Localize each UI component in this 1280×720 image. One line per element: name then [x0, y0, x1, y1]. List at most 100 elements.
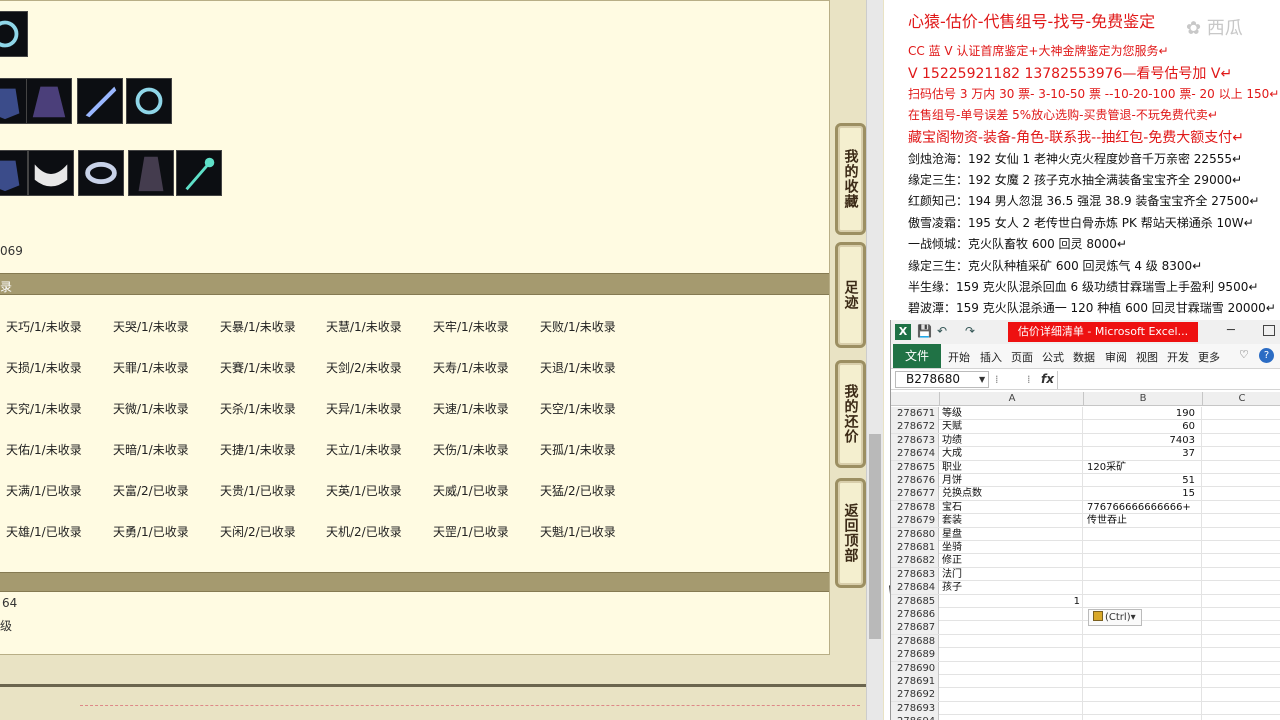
cell-b[interactable]: 120采矿 — [1084, 460, 1202, 474]
row-number[interactable]: 278688 — [891, 634, 939, 648]
ribbon-tab[interactable]: 开发 — [1167, 349, 1189, 365]
page-scrollbar-thumb[interactable] — [869, 434, 881, 639]
row-number[interactable]: 278686 — [891, 608, 939, 621]
cell-b[interactable]: 37 — [1084, 447, 1202, 461]
row-number[interactable]: 278687 — [891, 621, 939, 635]
cell-a[interactable]: 月饼 — [941, 474, 1083, 487]
armor-icon[interactable] — [0, 78, 28, 124]
cell-b[interactable]: 7403 — [1084, 433, 1202, 447]
row-number[interactable]: 278681 — [891, 541, 939, 554]
column-header-a[interactable]: A — [941, 392, 1084, 406]
cell-a[interactable]: 职业 — [941, 460, 1083, 474]
row-number[interactable]: 278677 — [891, 487, 939, 501]
cell-b[interactable] — [1084, 541, 1202, 554]
cell-a[interactable] — [941, 634, 1083, 648]
ribbon-tab[interactable]: 开始 — [948, 349, 970, 365]
back-to-top-button[interactable]: 返回顶部 — [835, 478, 866, 588]
cell-b[interactable] — [1084, 554, 1202, 568]
minimize-icon[interactable]: ─ — [1227, 323, 1235, 338]
cell-a[interactable] — [941, 715, 1083, 720]
cell-a[interactable]: 兑换点数 — [941, 487, 1083, 501]
cell-b[interactable]: 190 — [1084, 407, 1202, 420]
chevron-down-icon[interactable]: ▼ — [979, 375, 985, 384]
cell-b[interactable] — [1084, 581, 1202, 595]
robe-icon[interactable] — [128, 150, 174, 196]
cell-a[interactable]: 孩子 — [941, 581, 1083, 595]
cell-b[interactable] — [1084, 527, 1202, 541]
help-icon[interactable]: ? — [1259, 348, 1274, 363]
cell-b[interactable]: 传世吞止 — [1084, 514, 1202, 528]
cell-a[interactable]: 天赋 — [941, 420, 1083, 434]
cell-a[interactable] — [941, 675, 1083, 688]
ring-icon[interactable] — [126, 78, 172, 124]
cell-a[interactable] — [941, 688, 1083, 702]
row-number[interactable]: 278680 — [891, 527, 939, 541]
name-box[interactable]: B278680 — [895, 371, 989, 388]
ribbon-tab[interactable]: 审阅 — [1105, 349, 1127, 365]
cell-b[interactable]: 15 — [1084, 487, 1202, 501]
cell-a[interactable]: 功绩 — [941, 433, 1083, 447]
column-header-c[interactable]: C — [1203, 392, 1280, 406]
cell-a[interactable]: 等级 — [941, 407, 1083, 420]
collapse-ribbon-icon[interactable]: ♡ — [1239, 348, 1249, 361]
cell-b[interactable] — [1084, 675, 1202, 688]
cell-b[interactable] — [1084, 688, 1202, 702]
my-offers-button[interactable]: 我的还价 — [835, 360, 866, 468]
cell-b[interactable]: 776766666666666+ — [1084, 500, 1202, 514]
cell-b[interactable] — [1084, 567, 1202, 581]
bracelet-icon[interactable] — [78, 150, 124, 196]
select-all-corner[interactable] — [891, 392, 940, 406]
column-header-b[interactable]: B — [1084, 392, 1203, 406]
row-number[interactable]: 278691 — [891, 675, 939, 688]
cell-b[interactable] — [1084, 634, 1202, 648]
paste-options-button[interactable]: (Ctrl)▾ — [1088, 609, 1142, 626]
cell-b[interactable] — [1084, 715, 1202, 720]
row-number[interactable]: 278689 — [891, 648, 939, 662]
cell-a[interactable] — [941, 701, 1083, 715]
collar-icon[interactable] — [28, 150, 74, 196]
save-icon[interactable]: 💾 — [917, 324, 932, 338]
cell-a[interactable]: 修正 — [941, 554, 1083, 568]
cell-a[interactable]: 宝石 — [941, 500, 1083, 514]
cell-b[interactable]: 51 — [1084, 474, 1202, 487]
undo-icon[interactable]: ↶ — [937, 324, 947, 338]
tab-file[interactable]: 文件 — [893, 344, 941, 368]
ribbon-tab[interactable]: 更多 — [1198, 349, 1220, 365]
row-number[interactable]: 278675 — [891, 460, 939, 474]
row-number[interactable]: 278694 — [891, 715, 939, 720]
cell-b[interactable] — [1084, 594, 1202, 608]
cell-a[interactable] — [941, 648, 1083, 662]
row-number[interactable]: 278674 — [891, 447, 939, 461]
row-number[interactable]: 278683 — [891, 567, 939, 581]
maximize-icon[interactable] — [1263, 325, 1275, 336]
ribbon-tab[interactable]: 公式 — [1042, 349, 1064, 365]
cell-b[interactable] — [1084, 701, 1202, 715]
ribbon-tab[interactable]: 页面 — [1011, 349, 1033, 365]
row-number[interactable]: 278673 — [891, 433, 939, 447]
staff-icon[interactable] — [176, 150, 222, 196]
cell-a[interactable] — [941, 621, 1083, 635]
cell-b[interactable]: 60 — [1084, 420, 1202, 434]
ribbon-tab[interactable]: 插入 — [980, 349, 1002, 365]
row-number[interactable]: 278676 — [891, 474, 939, 487]
spreadsheet-grid[interactable]: 278671 等级 190 278672 天赋 60 278673 功绩 7403 278674 大… — [891, 407, 1280, 720]
cell-b[interactable] — [1084, 648, 1202, 662]
cell-a[interactable]: 大成 — [941, 447, 1083, 461]
cell-a[interactable]: 星盘 — [941, 527, 1083, 541]
cell-a[interactable]: 套装 — [941, 514, 1083, 528]
ring-icon[interactable] — [0, 11, 28, 57]
ribbon-tab[interactable]: 数据 — [1073, 349, 1095, 365]
favorites-button[interactable]: 我的收藏 — [835, 123, 866, 235]
formula-input[interactable] — [1057, 371, 1280, 389]
cell-a[interactable]: 1 — [941, 594, 1083, 608]
cell-a[interactable]: 法门 — [941, 567, 1083, 581]
ribbon-tab[interactable]: 视图 — [1136, 349, 1158, 365]
cancel-icon[interactable]: ⁞ — [995, 373, 999, 386]
row-number[interactable]: 278684 — [891, 581, 939, 595]
footprint-button[interactable]: 足迹 — [835, 242, 866, 348]
redo-icon[interactable]: ↷ — [965, 324, 975, 338]
cape-icon[interactable] — [26, 78, 72, 124]
row-number[interactable]: 278671 — [891, 407, 939, 420]
cell-a[interactable] — [941, 661, 1083, 675]
cell-a[interactable] — [941, 608, 1083, 621]
